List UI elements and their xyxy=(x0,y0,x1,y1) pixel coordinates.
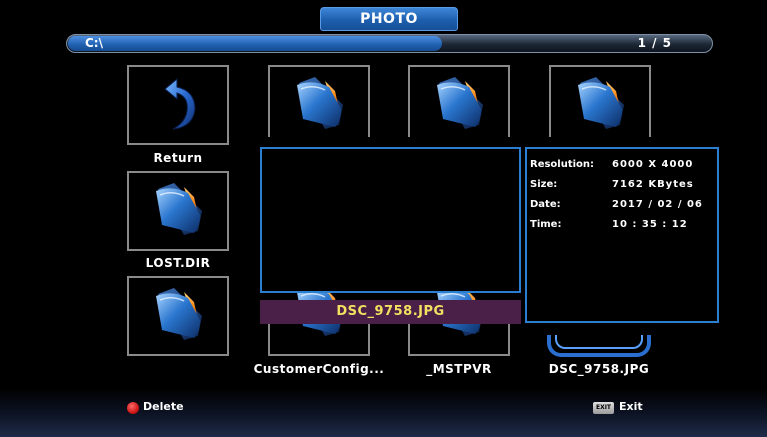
info-value: 6000 X 4000 xyxy=(612,159,694,170)
current-path: C:\ xyxy=(85,36,103,50)
folder-icon xyxy=(295,75,345,129)
info-key: Size: xyxy=(530,179,558,190)
path-bar: C:\ 1 / 5 xyxy=(66,34,713,53)
info-row-date: Date: 2017 / 02 / 06 xyxy=(530,199,703,210)
folder-item[interactable] xyxy=(549,65,651,137)
red-button-icon[interactable] xyxy=(127,402,139,414)
return-item[interactable] xyxy=(127,65,229,145)
info-value: 10 : 35 : 12 xyxy=(612,219,688,230)
photo-preview xyxy=(260,147,521,293)
exit-label: Exit xyxy=(619,400,643,413)
folder-item[interactable] xyxy=(408,65,510,137)
info-key: Date: xyxy=(530,199,561,210)
page-indicator: 1 / 5 xyxy=(637,36,672,50)
folder-icon xyxy=(435,75,485,129)
folder-icon xyxy=(576,75,626,129)
folder-label: _MSTPVR xyxy=(426,362,492,376)
file-info-panel: Resolution: 6000 X 4000 Size: 7162 KBytes … xyxy=(525,147,719,323)
folder-label: CustomerConfig... xyxy=(253,362,385,376)
photo-browser-screen: PHOTO C:\ 1 / 5 Return LOST.DIR Customer… xyxy=(0,0,767,437)
folder-item[interactable] xyxy=(268,65,370,137)
return-arrow-icon xyxy=(164,77,196,130)
info-row-size: Size: 7162 KBytes xyxy=(530,179,694,190)
return-label: Return xyxy=(153,151,203,165)
info-row-time: Time: 10 : 35 : 12 xyxy=(530,219,688,230)
footer-bar xyxy=(0,388,767,437)
exit-key-icon[interactable]: EXIT xyxy=(593,402,614,414)
info-value: 7162 KBytes xyxy=(612,179,694,190)
page-title: PHOTO xyxy=(320,7,458,31)
info-row-resolution: Resolution: 6000 X 4000 xyxy=(530,159,693,170)
preview-filename: DSC_9758.JPG xyxy=(260,300,521,324)
folder-item[interactable] xyxy=(127,276,229,356)
info-key: Time: xyxy=(530,219,562,230)
folder-icon xyxy=(154,181,204,235)
folder-item-lost-dir[interactable] xyxy=(127,171,229,251)
folder-icon xyxy=(154,286,204,340)
info-value: 2017 / 02 / 06 xyxy=(612,199,703,210)
file-label: DSC_9758.JPG xyxy=(548,362,650,376)
info-key: Resolution: xyxy=(530,159,595,170)
folder-label: LOST.DIR xyxy=(145,256,211,270)
image-thumbnail-selected[interactable] xyxy=(547,335,651,357)
folder-item-customer-config[interactable] xyxy=(268,322,370,356)
delete-label: Delete xyxy=(143,400,184,413)
path-bar-highlight xyxy=(68,36,443,51)
folder-item-mstpvr[interactable] xyxy=(408,322,510,356)
